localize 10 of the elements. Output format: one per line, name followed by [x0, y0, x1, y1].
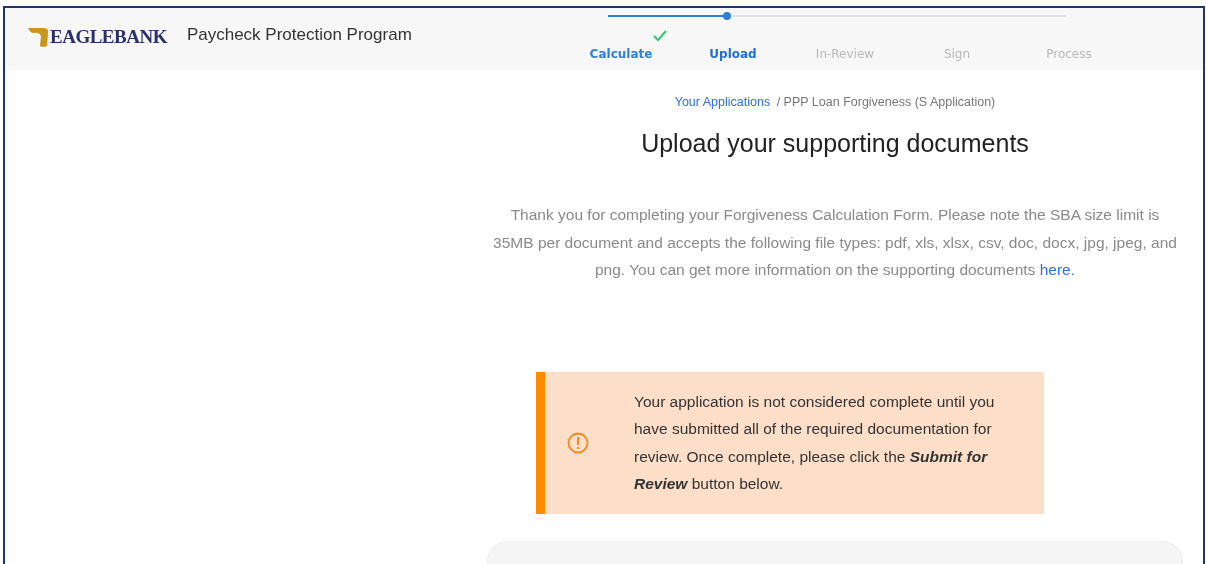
step-label[interactable]: Calculate	[589, 47, 653, 61]
app-title: Paycheck Protection Program	[186, 25, 412, 45]
page-heading: Upload your supporting documents	[641, 129, 1029, 158]
breadcrumb-current: / PPP Loan Forgiveness (S Application)	[776, 95, 996, 109]
step-label[interactable]: Upload	[709, 47, 757, 61]
alert-message: Your application is not considered complete until you have submitted all of the required documentation for review. Once complete, please click the Submit for Review button below.	[634, 391, 996, 494]
intro-paragraph: Thank you for completing your Forgiveness Calculation Form. Please note the SBA size limit is 35MB per document and accepts the following file types: pdf, xls, xlsx, csv, doc, docx, jpg, jpeg, and png. You can get more information on the supporting documents here.	[492, 205, 1178, 280]
logo-wordmark[interactable]: EAGLEBANK	[50, 26, 167, 48]
breadcrumb-link[interactable]: Your Applications	[674, 95, 771, 109]
here-link[interactable]: here.	[1039, 261, 1075, 278]
